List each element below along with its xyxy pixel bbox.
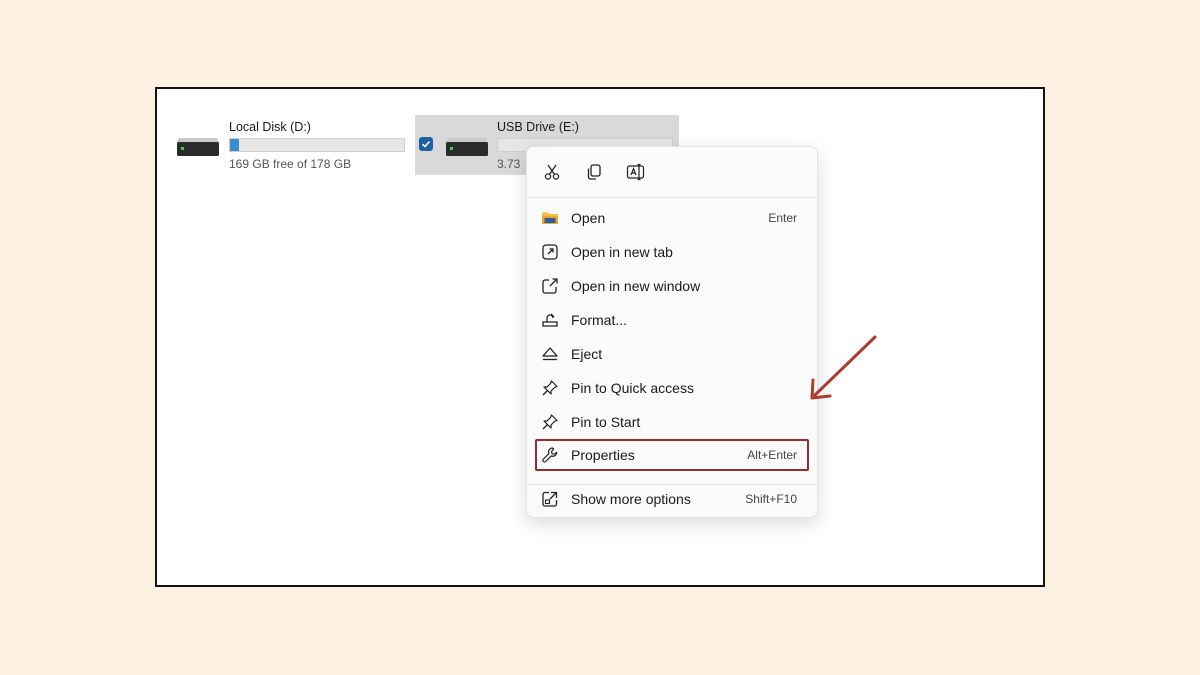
drive-name: Local Disk (D:) — [229, 120, 311, 134]
menu-item-label: Show more options — [571, 491, 691, 507]
menu-item-shortcut: Shift+F10 — [745, 492, 797, 506]
drive-usage-bar — [229, 138, 405, 152]
menu-item-label: Open in new window — [571, 278, 701, 294]
menu-item-format[interactable]: Format... — [535, 304, 809, 336]
open-new-window-icon — [542, 278, 558, 294]
copy-icon — [587, 164, 601, 180]
drive-tile-local-disk-d[interactable]: Local Disk (D:) 169 GB free of 178 GB — [171, 115, 411, 175]
menu-item-label: Format... — [571, 312, 628, 328]
context-menu: Open Enter Open in new tab Open in new w… — [526, 146, 818, 518]
cut-button[interactable] — [541, 161, 563, 183]
pin-icon — [542, 414, 558, 430]
format-icon — [542, 313, 558, 327]
eject-icon — [542, 347, 558, 361]
rename-button[interactable] — [625, 161, 647, 183]
annotation-arrow-icon — [810, 335, 877, 400]
selection-checkbox[interactable] — [419, 137, 433, 151]
cut-icon — [544, 164, 560, 180]
menu-item-show-more-options[interactable]: Show more options Shift+F10 — [535, 483, 809, 515]
folder-icon — [542, 212, 558, 224]
menu-item-label: Properties — [571, 447, 635, 463]
menu-item-label: Pin to Start — [571, 414, 641, 430]
hard-drive-icon — [177, 138, 219, 156]
menu-item-label: Open in new tab — [571, 244, 673, 260]
drive-usage-fill — [230, 139, 239, 151]
pin-icon — [542, 380, 558, 396]
menu-item-shortcut: Enter — [768, 211, 797, 225]
drive-free-space: 169 GB free of 178 GB — [229, 157, 352, 171]
drive-name: USB Drive (E:) — [497, 120, 579, 134]
wrench-icon — [542, 447, 558, 463]
menu-item-eject[interactable]: Eject — [535, 338, 809, 370]
menu-item-label: Pin to Quick access — [571, 380, 694, 396]
open-new-tab-icon — [542, 244, 558, 260]
quick-actions-row — [527, 147, 817, 198]
rename-icon — [626, 163, 645, 181]
menu-item-label: Open — [571, 210, 606, 226]
menu-item-properties[interactable]: Properties Alt+Enter — [535, 439, 809, 471]
checkmark-icon — [421, 140, 431, 148]
menu-item-open[interactable]: Open Enter — [535, 202, 809, 234]
menu-item-pin-to-quick-access[interactable]: Pin to Quick access — [535, 372, 809, 404]
menu-item-shortcut: Alt+Enter — [747, 448, 797, 462]
copy-button[interactable] — [583, 161, 605, 183]
menu-item-open-in-new-window[interactable]: Open in new window — [535, 270, 809, 302]
screenshot-frame: Local Disk (D:) 169 GB free of 178 GB US… — [155, 87, 1045, 587]
menu-item-pin-to-start[interactable]: Pin to Start — [535, 406, 809, 438]
drive-free-space: 3.73 — [497, 157, 521, 171]
menu-item-label: Eject — [571, 346, 603, 362]
more-options-icon — [542, 491, 558, 507]
menu-item-open-in-new-tab[interactable]: Open in new tab — [535, 236, 809, 268]
hard-drive-icon — [446, 138, 488, 156]
